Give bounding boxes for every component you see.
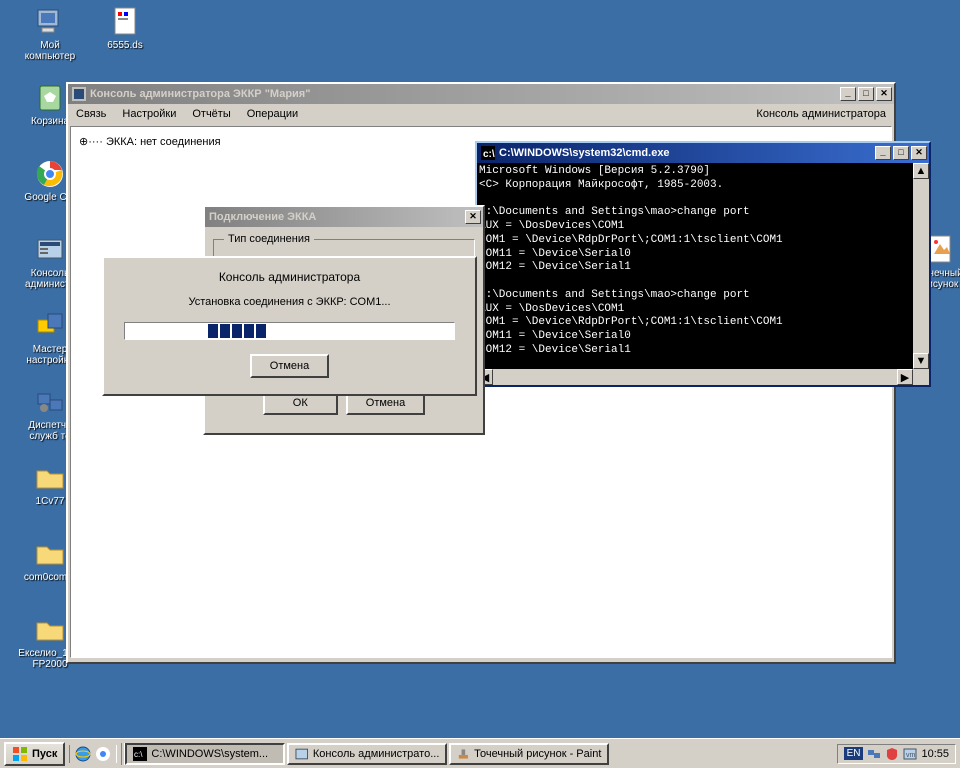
cmd-minimize-button[interactable]: _	[875, 146, 891, 160]
menu-reports[interactable]: Отчёты	[184, 106, 238, 122]
scroll-right-button[interactable]: ▶	[897, 369, 913, 385]
clock[interactable]: 10:55	[921, 748, 949, 760]
svg-text:vm: vm	[906, 752, 916, 759]
tray-network-icon[interactable]	[867, 747, 881, 761]
cmd-hscrollbar[interactable]: ◀ ▶	[477, 369, 929, 385]
cmd-title-text: C:\WINDOWS\system32\cmd.exe	[499, 147, 873, 159]
minimize-button[interactable]: _	[840, 87, 856, 101]
conn-group-label: Тип соединения	[224, 233, 314, 245]
quick-launch	[69, 745, 117, 763]
svg-text:c:\: c:\	[483, 149, 495, 160]
progress-title: Консоль администратора	[124, 270, 455, 284]
tray-vm-icon[interactable]: vm	[903, 747, 917, 761]
cmd-icon: c:\	[133, 747, 147, 761]
icon-label: Мой компьютер	[15, 40, 85, 62]
progress-bar	[124, 322, 455, 340]
cmd-window: c:\ C:\WINDOWS\system32\cmd.exe _ □ ✕ Mi…	[475, 141, 931, 387]
admin-title-text: Консоль администратора ЭККР "Мария"	[90, 88, 838, 100]
icon-file-ds[interactable]: 6555.ds	[90, 6, 160, 51]
cmd-icon: c:\	[481, 146, 495, 160]
progress-cancel-button[interactable]: Отмена	[250, 354, 329, 378]
menu-connection[interactable]: Связь	[68, 106, 114, 122]
icon-my-computer[interactable]: Мой компьютер	[15, 6, 85, 62]
start-label: Пуск	[32, 748, 57, 760]
conn-close-button[interactable]: ✕	[465, 210, 481, 224]
cmd-vscrollbar[interactable]: ▲ ▼	[913, 163, 929, 369]
menu-right-label: Консоль администратора	[748, 106, 894, 122]
paint-icon	[457, 747, 470, 761]
admin-titlebar[interactable]: Консоль администратора ЭККР "Мария" _ □ …	[68, 84, 894, 104]
task-cmd[interactable]: c:\ C:\WINDOWS\system...	[125, 743, 285, 765]
maximize-button[interactable]: □	[858, 87, 874, 101]
cmd-maximize-button[interactable]: □	[893, 146, 909, 160]
close-button[interactable]: ✕	[876, 87, 892, 101]
windows-logo-icon	[12, 746, 28, 762]
tray-shield-icon[interactable]	[885, 747, 899, 761]
tree-item-ekka[interactable]: ⊕···· ЭККА: нет соединения	[79, 136, 221, 148]
cmd-titlebar[interactable]: c:\ C:\WINDOWS\system32\cmd.exe _ □ ✕	[477, 143, 929, 163]
progress-dialog: Консоль администратора Установка соедине…	[102, 256, 477, 396]
menubar: Связь Настройки Отчёты Операции Консоль …	[68, 104, 894, 124]
menu-operations[interactable]: Операции	[239, 106, 306, 122]
ql-ie-icon[interactable]	[74, 745, 92, 763]
language-indicator[interactable]: EN	[844, 747, 864, 760]
ql-chrome-icon[interactable]	[94, 745, 112, 763]
cmd-output[interactable]: Microsoft Windows [Версия 5.2.3790] <С> …	[477, 163, 913, 369]
svg-text:c:\: c:\	[134, 750, 143, 759]
scroll-up-button[interactable]: ▲	[913, 163, 929, 179]
scroll-down-button[interactable]: ▼	[913, 353, 929, 369]
start-button[interactable]: Пуск	[4, 742, 65, 766]
icon-label: 6555.ds	[90, 40, 160, 51]
menu-settings[interactable]: Настройки	[114, 106, 184, 122]
system-tray[interactable]: EN vm 10:55	[837, 744, 956, 764]
task-admin-console[interactable]: Консоль администрато...	[287, 743, 447, 765]
app-icon	[295, 747, 309, 761]
conn-title-text: Подключение ЭККА	[209, 211, 463, 223]
taskbar: Пуск c:\ C:\WINDOWS\system... Консоль ад…	[0, 738, 960, 768]
cmd-close-button[interactable]: ✕	[911, 146, 927, 160]
app-icon	[72, 87, 86, 101]
progress-message: Установка соединения с ЭККР: COM1...	[124, 296, 455, 308]
task-paint[interactable]: Точечный рисунок - Paint	[449, 743, 609, 765]
conn-titlebar[interactable]: Подключение ЭККА ✕	[205, 207, 483, 227]
